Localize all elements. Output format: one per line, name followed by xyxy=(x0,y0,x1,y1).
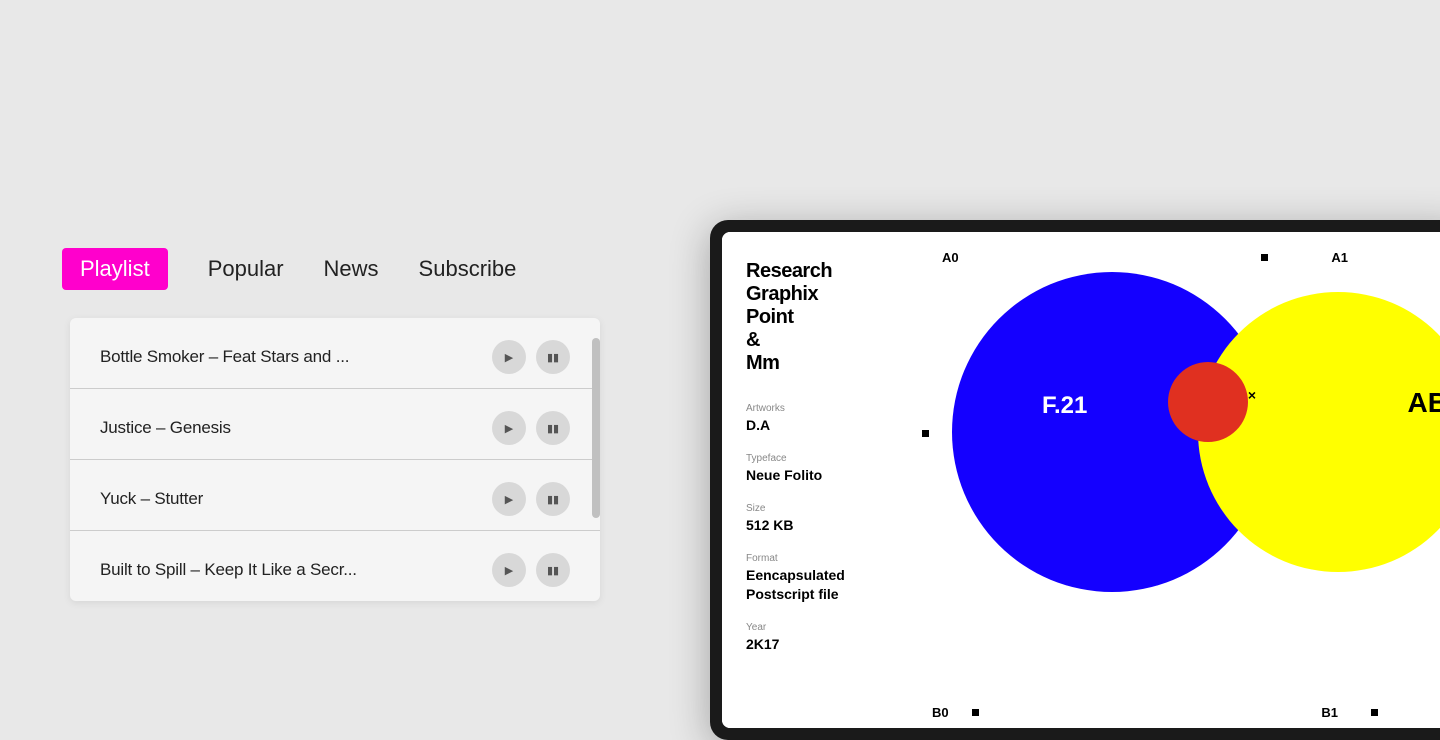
grid-label-a0: A0 xyxy=(942,250,959,265)
typeface-label: Typeface xyxy=(746,453,898,464)
grid-dot-left xyxy=(922,430,929,437)
pause-button[interactable]: ▮▮ xyxy=(536,340,570,374)
list-item: Yuck – Stutter ▶ ▮▮ xyxy=(70,460,600,531)
chart-label-ab: AB xyxy=(1408,387,1440,419)
play-button[interactable]: ▶ xyxy=(492,411,526,445)
typeface-row: Typeface Neue Folito xyxy=(746,453,898,485)
year-value: 2K17 xyxy=(746,636,779,652)
left-panel: Playlist Popular News Subscribe Bottle S… xyxy=(0,0,620,720)
artworks-value: D.A xyxy=(746,417,770,433)
track-controls: ▶ ▮▮ xyxy=(492,553,570,587)
pause-button[interactable]: ▮▮ xyxy=(536,482,570,516)
track-title: Justice – Genesis xyxy=(100,418,492,438)
grid-label-a1: A1 xyxy=(1331,250,1348,265)
info-title: ResearchGraphixPoint&Mm xyxy=(746,260,898,375)
list-item: Justice – Genesis ▶ ▮▮ xyxy=(70,389,600,460)
size-value: 512 KB xyxy=(746,517,793,533)
chart-area: A0 A1 F.21 × AB B0 B1 xyxy=(922,232,1440,728)
track-controls: ▶ ▮▮ xyxy=(492,411,570,445)
tab-news[interactable]: News xyxy=(324,256,379,282)
grid-dot-b0 xyxy=(972,709,979,716)
tab-popular[interactable]: Popular xyxy=(208,256,284,282)
year-row: Year 2K17 xyxy=(746,622,898,654)
grid-label-b1: B1 xyxy=(1321,705,1338,720)
artworks-label: Artworks xyxy=(746,403,898,414)
tab-subscribe[interactable]: Subscribe xyxy=(419,256,517,282)
artworks-row: Artworks D.A xyxy=(746,403,898,435)
typeface-value: Neue Folito xyxy=(746,467,822,483)
info-panel: ResearchGraphixPoint&Mm Artworks D.A Typ… xyxy=(722,232,922,728)
play-button[interactable]: ▶ xyxy=(492,553,526,587)
play-button[interactable]: ▶ xyxy=(492,482,526,516)
grid-label-b0: B0 xyxy=(932,705,949,720)
size-row: Size 512 KB xyxy=(746,503,898,535)
playlist-card: Bottle Smoker – Feat Stars and ... ▶ ▮▮ … xyxy=(70,318,600,601)
tab-playlist[interactable]: Playlist xyxy=(62,248,168,290)
chart-label-x: × xyxy=(1248,387,1256,403)
pause-button[interactable]: ▮▮ xyxy=(536,411,570,445)
grid-dot-b1 xyxy=(1371,709,1378,716)
track-title: Yuck – Stutter xyxy=(100,489,492,509)
list-item: Bottle Smoker – Feat Stars and ... ▶ ▮▮ xyxy=(70,318,600,389)
track-controls: ▶ ▮▮ xyxy=(492,340,570,374)
track-controls: ▶ ▮▮ xyxy=(492,482,570,516)
track-title: Built to Spill – Keep It Like a Secr... xyxy=(100,560,492,580)
play-button[interactable]: ▶ xyxy=(492,340,526,374)
tablet-screen: ResearchGraphixPoint&Mm Artworks D.A Typ… xyxy=(722,232,1440,728)
nav-tabs: Playlist Popular News Subscribe xyxy=(62,248,516,290)
list-item: Built to Spill – Keep It Like a Secr... … xyxy=(70,531,600,601)
year-label: Year xyxy=(746,622,898,633)
format-value: EencapsulatedPostscript file xyxy=(746,567,845,602)
track-title: Bottle Smoker – Feat Stars and ... xyxy=(100,347,492,367)
format-label: Format xyxy=(746,553,898,564)
pause-button[interactable]: ▮▮ xyxy=(536,553,570,587)
chart-label-f21: F.21 xyxy=(1042,392,1087,420)
size-label: Size xyxy=(746,503,898,514)
tablet-container: ResearchGraphixPoint&Mm Artworks D.A Typ… xyxy=(710,220,1440,740)
grid-dot-top-mid xyxy=(1261,254,1268,261)
circle-red xyxy=(1168,362,1248,442)
tablet-frame: ResearchGraphixPoint&Mm Artworks D.A Typ… xyxy=(710,220,1440,740)
format-row: Format EencapsulatedPostscript file xyxy=(746,553,898,604)
